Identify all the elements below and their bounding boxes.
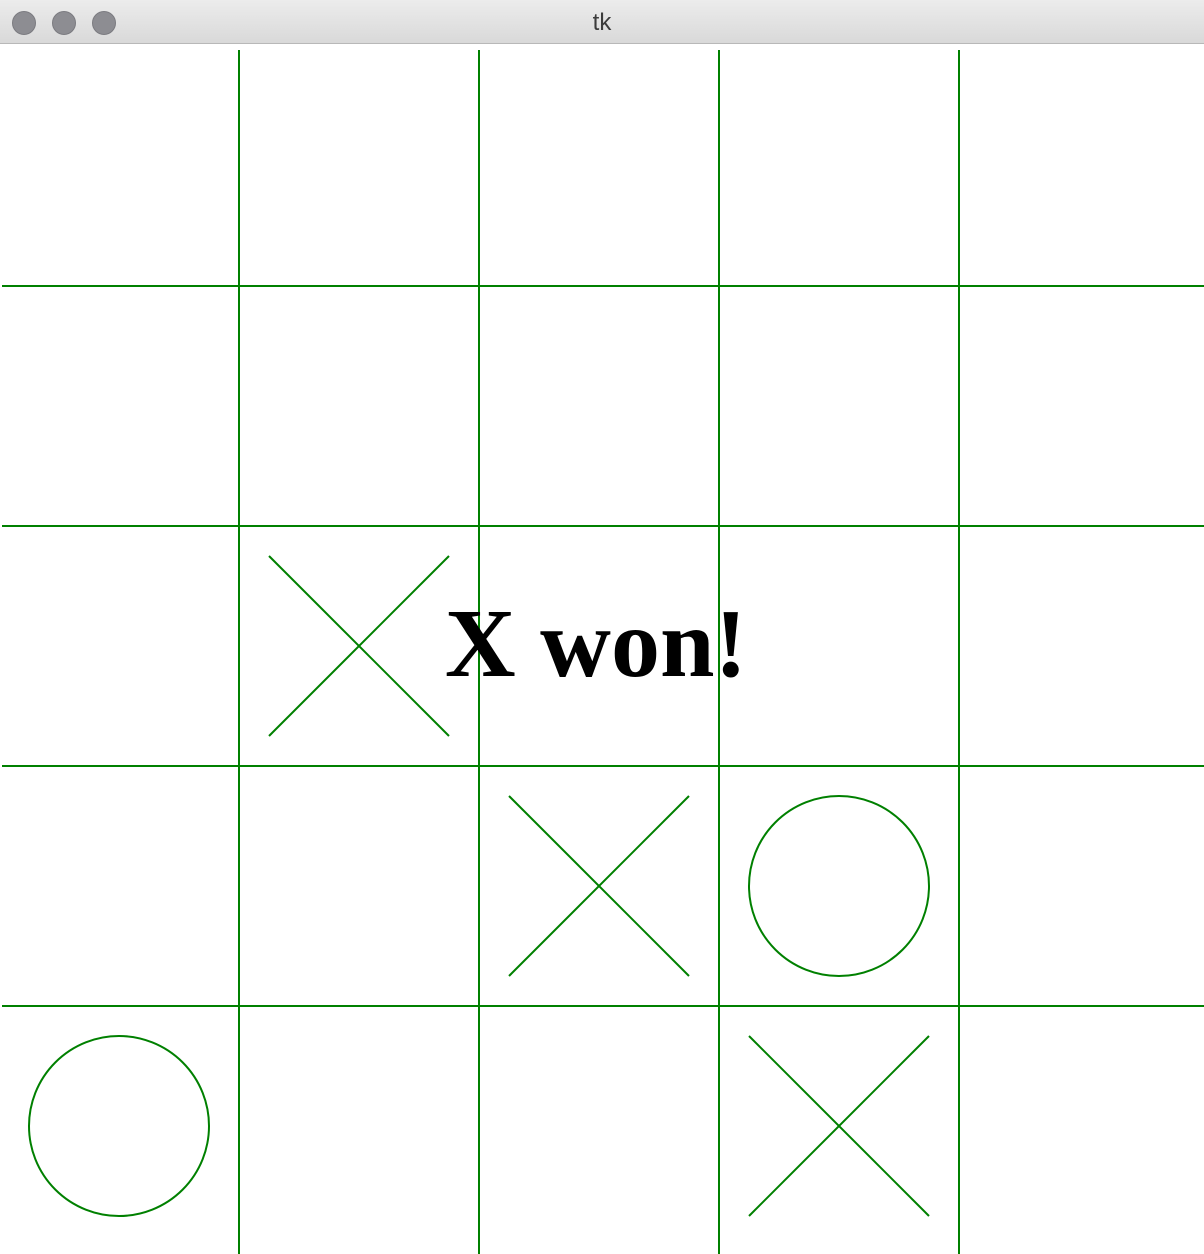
board-cell-r2-c4[interactable] [959,526,1199,766]
board-cell-r1-c4[interactable] [959,286,1199,526]
board-cell-r0-c1[interactable] [239,46,479,286]
board-cell-r3-c4[interactable] [959,766,1199,1006]
board-cell-r2-c0[interactable] [0,526,239,766]
board-cell-r1-c1[interactable] [239,286,479,526]
board-cell-r4-c0[interactable] [0,1006,239,1246]
board-cell-r4-c2[interactable] [479,1006,719,1246]
board-cell-r3-c0[interactable] [0,766,239,1006]
board-cell-r4-c4[interactable] [959,1006,1199,1246]
board-cell-r1-c0[interactable] [0,286,239,526]
board-cell-r0-c0[interactable] [0,46,239,286]
board-cell-r0-c2[interactable] [479,46,719,286]
board-cell-r0-c3[interactable] [719,46,959,286]
board-cell-r0-c4[interactable] [959,46,1199,286]
title-bar[interactable]: tk [0,0,1204,44]
tk-window: tk X won! [0,0,1204,1254]
board-cell-r3-c1[interactable] [239,766,479,1006]
game-result-text: X won! [445,590,747,698]
board-cell-r2-c3[interactable] [719,526,959,766]
board-cell-r1-c2[interactable] [479,286,719,526]
board-cell-r4-c1[interactable] [239,1006,479,1246]
board-cell-r3-c3[interactable] [719,766,959,1006]
window-title: tk [592,9,612,36]
board-cell-r1-c3[interactable] [719,286,959,526]
game-board-canvas[interactable]: X won! [0,44,1204,1254]
